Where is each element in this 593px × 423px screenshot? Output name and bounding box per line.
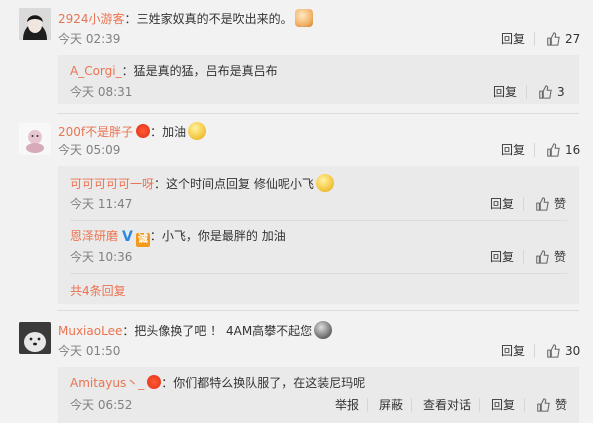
block-button[interactable]: 屏蔽 [379,397,403,413]
divider [534,344,535,358]
reply-username[interactable]: A_Corgi_ [70,64,122,78]
divider [526,85,527,99]
reply-time: 今天 06:52 [70,398,133,412]
reply-button[interactable]: 回复 [490,249,514,265]
like-button[interactable]: 27 [546,31,580,47]
comment-time: 今天 01:50 [58,344,121,358]
cheer-emoji-icon [188,122,207,140]
reply-button[interactable]: 回复 [491,397,515,413]
thumbs-up-icon [539,85,552,99]
like-count: 30 [565,344,581,358]
reply-text: 你们都特么换队服了，在这装尼玛呢 [173,376,366,390]
divider [534,143,535,157]
reply-text: 猛是真的猛，吕布是真吕布 [133,64,278,78]
comment-item: MuxiaoLee：把头像换了吧 ！ 4AM高攀不起您 今天 01:50 回复 … [0,311,593,423]
like-label: 赞 [554,197,567,211]
thumbs-up-icon [547,344,560,358]
divider [534,32,535,46]
comment-time: 今天 05:09 [58,143,121,157]
like-button[interactable]: 3 [538,84,565,100]
avatar[interactable] [19,8,51,40]
reply-divider [70,273,567,274]
comment-username[interactable]: MuxiaoLee [58,324,122,338]
comment-username[interactable]: 2924小游客 [58,12,125,26]
like-button[interactable]: 16 [546,142,580,158]
reply-box: Amitayus丶_ ：你们都特么换队服了，在这装尼玛呢 今天 06:52 举报 … [58,367,579,423]
divider [524,398,525,412]
divider [367,398,368,412]
girl-portrait-icon [19,8,51,40]
like-button[interactable]: 赞 [535,196,566,212]
clap-emoji-icon [294,9,313,27]
thumbs-up-icon [536,250,549,264]
like-count: 3 [557,85,565,99]
reply-text: 小飞，你是最胖的 加油 [161,229,286,243]
reply-button[interactable]: 回复 [501,31,525,47]
view-conversation-button[interactable]: 查看对话 [423,397,471,413]
dark-emoji-icon [314,321,333,339]
like-button[interactable]: 赞 [536,397,567,413]
laugh-emoji-icon [315,174,334,192]
vip-badge-icon [147,375,162,389]
divider [523,197,524,211]
reply-username[interactable]: Amitayus丶_ [70,376,144,390]
avatar[interactable] [19,322,51,354]
reply-username[interactable]: 可可可可可一呀 [70,177,154,191]
thumbs-up-icon [547,32,560,46]
reply-button[interactable]: 回复 [501,343,525,359]
more-replies-link[interactable]: 共4条回复 [70,283,126,299]
divider [411,398,412,412]
report-button[interactable]: 举报 [335,397,359,413]
vip-badge-icon [136,124,151,138]
like-button[interactable]: 赞 [535,249,566,265]
like-button[interactable]: 30 [546,343,580,359]
reply-divider [70,220,567,221]
avatar[interactable] [19,123,51,155]
thumbs-up-icon [547,143,560,157]
reply-box: A_Corgi_：猛是真的猛，吕布是真吕布 今天 08:31 回复 3 [58,55,579,104]
comment-text: 加油 [162,125,187,139]
comment-text: 把头像换了吧 ！ 4AM高攀不起您 [134,324,313,338]
divider [479,398,480,412]
reply-button[interactable]: 回复 [493,84,517,100]
like-count: 16 [565,143,581,157]
verified-v-icon: V [122,229,133,245]
comment-time: 今天 02:39 [58,32,121,46]
thumbs-up-icon [537,398,550,412]
divider [523,250,524,264]
reply-box: 可可可可可一呀：这个时间点回复 修仙呢小飞 今天 11:47 回复 赞 恩泽研磨… [58,166,579,304]
reply-text: 这个时间点回复 修仙呢小飞 [166,177,314,191]
thumbs-up-icon [536,197,549,211]
comment-item: 200f不是胖子 ：加油 今天 05:09 回复 16 可可可可可一呀：这个时间点… [0,114,593,309]
dog-photo-icon [19,322,51,354]
reply-username[interactable]: 恩泽研磨 [70,229,118,243]
pink-cartoon-icon [19,123,51,155]
reply-time: 今天 08:31 [70,85,133,99]
cheng-badge-icon: 诚 [135,233,150,247]
comment-username[interactable]: 200f不是胖子 [58,125,133,139]
reply-button[interactable]: 回复 [501,142,525,158]
comment-text: 三姓家奴真的不是吹出来的。 [136,12,293,26]
reply-time: 今天 11:47 [70,197,133,211]
like-label: 赞 [554,250,567,264]
reply-time: 今天 10:36 [70,250,133,264]
like-label: 赞 [555,398,568,412]
like-count: 27 [565,32,581,46]
reply-button[interactable]: 回复 [490,196,514,212]
comment-item: 2924小游客：三姓家奴真的不是吹出来的。 今天 02:39 回复 27 A_C… [0,0,593,113]
